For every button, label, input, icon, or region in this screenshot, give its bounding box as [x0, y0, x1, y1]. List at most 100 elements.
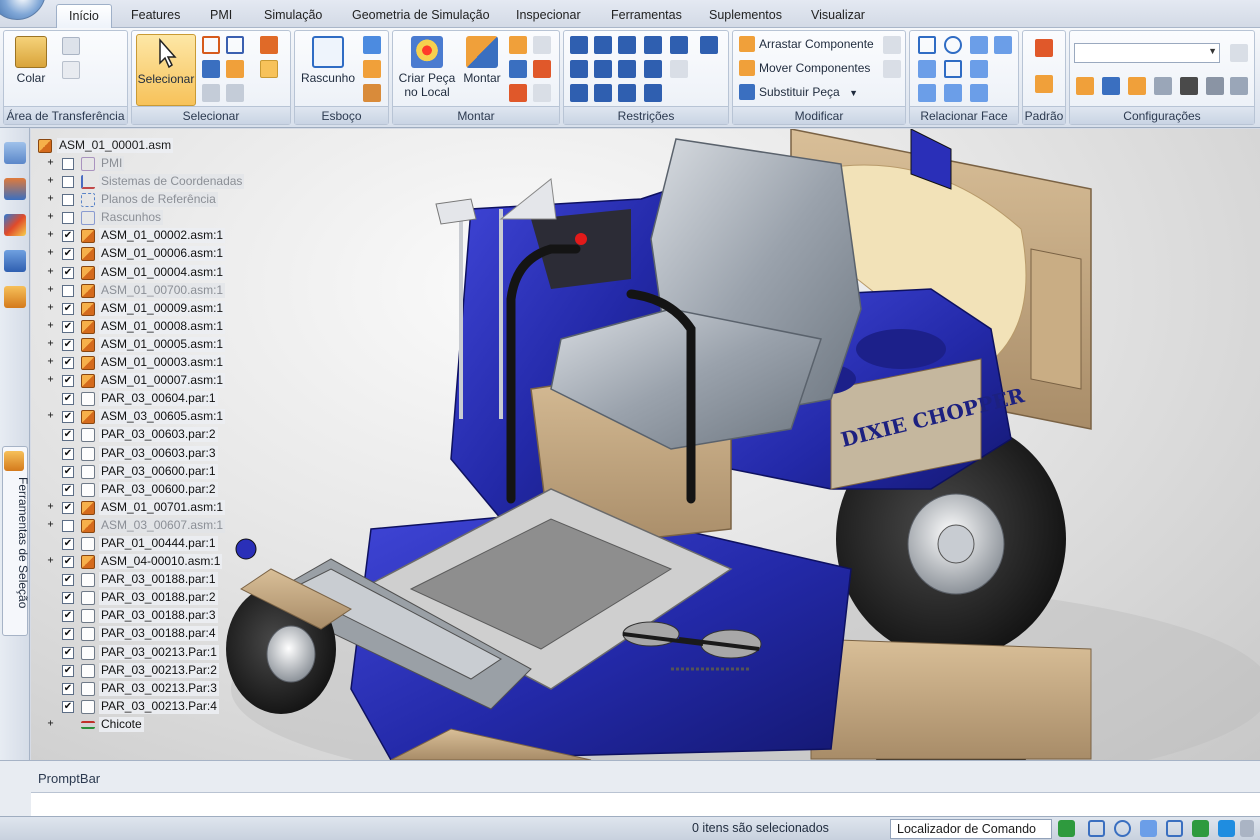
pan-icon[interactable]: [1166, 820, 1183, 837]
expand-icon[interactable]: +: [46, 212, 55, 222]
prompt-bar-input[interactable]: [31, 792, 1260, 817]
visibility-checkbox[interactable]: ✔: [62, 447, 74, 460]
visibility-checkbox[interactable]: ✔: [62, 465, 74, 478]
families-icon[interactable]: [4, 178, 26, 200]
perpendicular-icon[interactable]: [918, 84, 936, 102]
visibility-checkbox[interactable]: [62, 519, 74, 532]
tree-node[interactable]: + ✔ ASM_04-00010.asm:1: [35, 553, 265, 571]
expand-icon[interactable]: +: [46, 357, 55, 367]
expand-icon[interactable]: +: [46, 302, 55, 313]
expand-icon[interactable]: +: [46, 320, 55, 331]
zoom-area-icon[interactable]: [1088, 820, 1105, 837]
pattern-icon[interactable]: [1035, 39, 1053, 57]
tree-node[interactable]: + ✔ ASM_01_00008.asm:1: [35, 318, 265, 336]
visibility-checkbox[interactable]: [62, 176, 74, 189]
tree-node[interactable]: + ✔ ASM_03_00605.asm:1: [35, 408, 265, 426]
select-highlight-icon[interactable]: [260, 60, 278, 78]
tree-node[interactable]: ✔ PAR_03_00213.Par:3: [35, 680, 265, 698]
tab-visualizar[interactable]: Visualizar: [799, 4, 877, 28]
library-icon[interactable]: [4, 250, 26, 272]
move-components-button[interactable]: Mover Componentes: [737, 58, 870, 78]
visibility-checkbox[interactable]: ✔: [62, 610, 74, 623]
tree-node[interactable]: ✔ PAR_03_00603.par:2: [35, 426, 265, 444]
tree-node[interactable]: + Chicote: [35, 716, 265, 734]
expand-icon[interactable]: +: [46, 158, 55, 168]
query-icon[interactable]: [1154, 77, 1172, 95]
tree-node[interactable]: ✔ PAR_03_00188.par:1: [35, 571, 265, 589]
expand-icon[interactable]: +: [46, 556, 55, 566]
refresh-icon[interactable]: [1058, 820, 1075, 837]
fix-icon[interactable]: [970, 84, 988, 102]
zoom-icon[interactable]: [1114, 820, 1131, 837]
tree-node[interactable]: ✔ PAR_01_00444.par:1: [35, 535, 265, 553]
parallel-face-icon[interactable]: [918, 60, 936, 78]
visibility-checkbox[interactable]: ✔: [62, 483, 74, 496]
display-config-icon[interactable]: [1076, 77, 1094, 95]
visibility-checkbox[interactable]: ✔: [62, 375, 74, 388]
visibility-checkbox[interactable]: ✔: [62, 357, 74, 370]
tree-root[interactable]: ASM_01_00001.asm: [35, 137, 265, 155]
tab-inicio[interactable]: Início: [56, 4, 112, 28]
tab-features[interactable]: Features: [119, 4, 192, 28]
insert-component-icon[interactable]: [509, 36, 527, 54]
tree-node[interactable]: + ✔ ASM_01_00701.asm:1: [35, 499, 265, 517]
tree-node[interactable]: + ✔ ASM_01_00004.asm:1: [35, 264, 265, 282]
tree-node[interactable]: ✔ PAR_03_00604.par:1: [35, 390, 265, 408]
visibility-checkbox[interactable]: ✔: [62, 646, 74, 659]
visibility-checkbox[interactable]: ✔: [62, 266, 74, 279]
assemble-button[interactable]: Montar: [459, 34, 505, 85]
tangent-face-icon[interactable]: [970, 60, 988, 78]
paste-button[interactable]: Colar: [10, 34, 52, 85]
tree-node[interactable]: ✔ PAR_03_00603.par:3: [35, 445, 265, 463]
create-in-place-button[interactable]: Criar Peça no Local: [396, 34, 458, 99]
tree-node[interactable]: ✔ PAR_03_00213.Par:2: [35, 662, 265, 680]
camera-icon[interactable]: [1180, 77, 1198, 95]
lasso-icon[interactable]: [202, 84, 220, 102]
sketch-button[interactable]: Rascunho: [298, 34, 358, 85]
visibility-checkbox[interactable]: ✔: [62, 592, 74, 605]
visibility-checkbox[interactable]: [62, 158, 74, 170]
rotate-icon[interactable]: [1192, 820, 1209, 837]
tree-node[interactable]: ✔ PAR_03_00188.par:4: [35, 625, 265, 643]
mirror-component-icon[interactable]: [509, 84, 527, 102]
select-window-icon[interactable]: [226, 36, 244, 54]
rigid-set-icon[interactable]: [594, 84, 612, 102]
visibility-checkbox[interactable]: [62, 284, 74, 297]
tree-node[interactable]: + Rascunhos: [35, 209, 265, 227]
tree-node[interactable]: + ASM_01_00700.asm:1: [35, 282, 265, 300]
tree-node[interactable]: + Sistemas de Coordenadas: [35, 173, 265, 191]
visibility-checkbox[interactable]: ✔: [62, 429, 74, 442]
visibility-checkbox[interactable]: [62, 194, 74, 207]
expand-icon[interactable]: +: [46, 375, 55, 385]
command-finder-input[interactable]: Localizador de Comando: [890, 819, 1052, 839]
tab-ferramentas[interactable]: Ferramentas: [599, 4, 694, 28]
symmetric-icon[interactable]: [970, 36, 988, 54]
tree-node[interactable]: + ✔ ASM_01_00002.asm:1: [35, 227, 265, 245]
config-options-icon[interactable]: [1230, 44, 1248, 62]
expand-icon[interactable]: +: [46, 519, 55, 530]
expand-icon[interactable]: +: [46, 266, 55, 277]
select-options-icon[interactable]: [226, 84, 244, 102]
tab-pmi[interactable]: PMI: [198, 4, 244, 28]
sketch-arrow-icon[interactable]: [363, 60, 381, 78]
tree-node[interactable]: + ✔ ASM_01_00003.asm:1: [35, 354, 265, 372]
tree-node[interactable]: + Planos de Referência: [35, 191, 265, 209]
sketch-plane-icon[interactable]: [363, 36, 381, 54]
connect-icon[interactable]: [670, 36, 688, 54]
ground-icon[interactable]: [644, 84, 662, 102]
concentric-icon[interactable]: [944, 36, 962, 54]
visibility-checkbox[interactable]: ✔: [62, 574, 74, 587]
application-button[interactable]: [0, 0, 46, 20]
axial-align-icon[interactable]: [618, 36, 636, 54]
expand-icon[interactable]: +: [46, 284, 55, 295]
appearance-icon[interactable]: [4, 214, 26, 236]
visibility-checkbox[interactable]: ✔: [62, 682, 74, 695]
layers-icon[interactable]: [4, 142, 26, 164]
visibility-checkbox[interactable]: ✔: [62, 393, 74, 406]
tree-node[interactable]: ✔ PAR_03_00188.par:3: [35, 607, 265, 625]
tab-simulacao[interactable]: Simulação: [252, 4, 334, 28]
mirror-icon[interactable]: [1035, 75, 1053, 93]
visibility-checkbox[interactable]: ✔: [62, 664, 74, 677]
chevron-down-icon[interactable]: ▼: [849, 88, 858, 98]
graphics-viewport[interactable]: DIXIE CHOPPER ASM_01_00001.asm + PMI + S…: [31, 129, 1260, 760]
